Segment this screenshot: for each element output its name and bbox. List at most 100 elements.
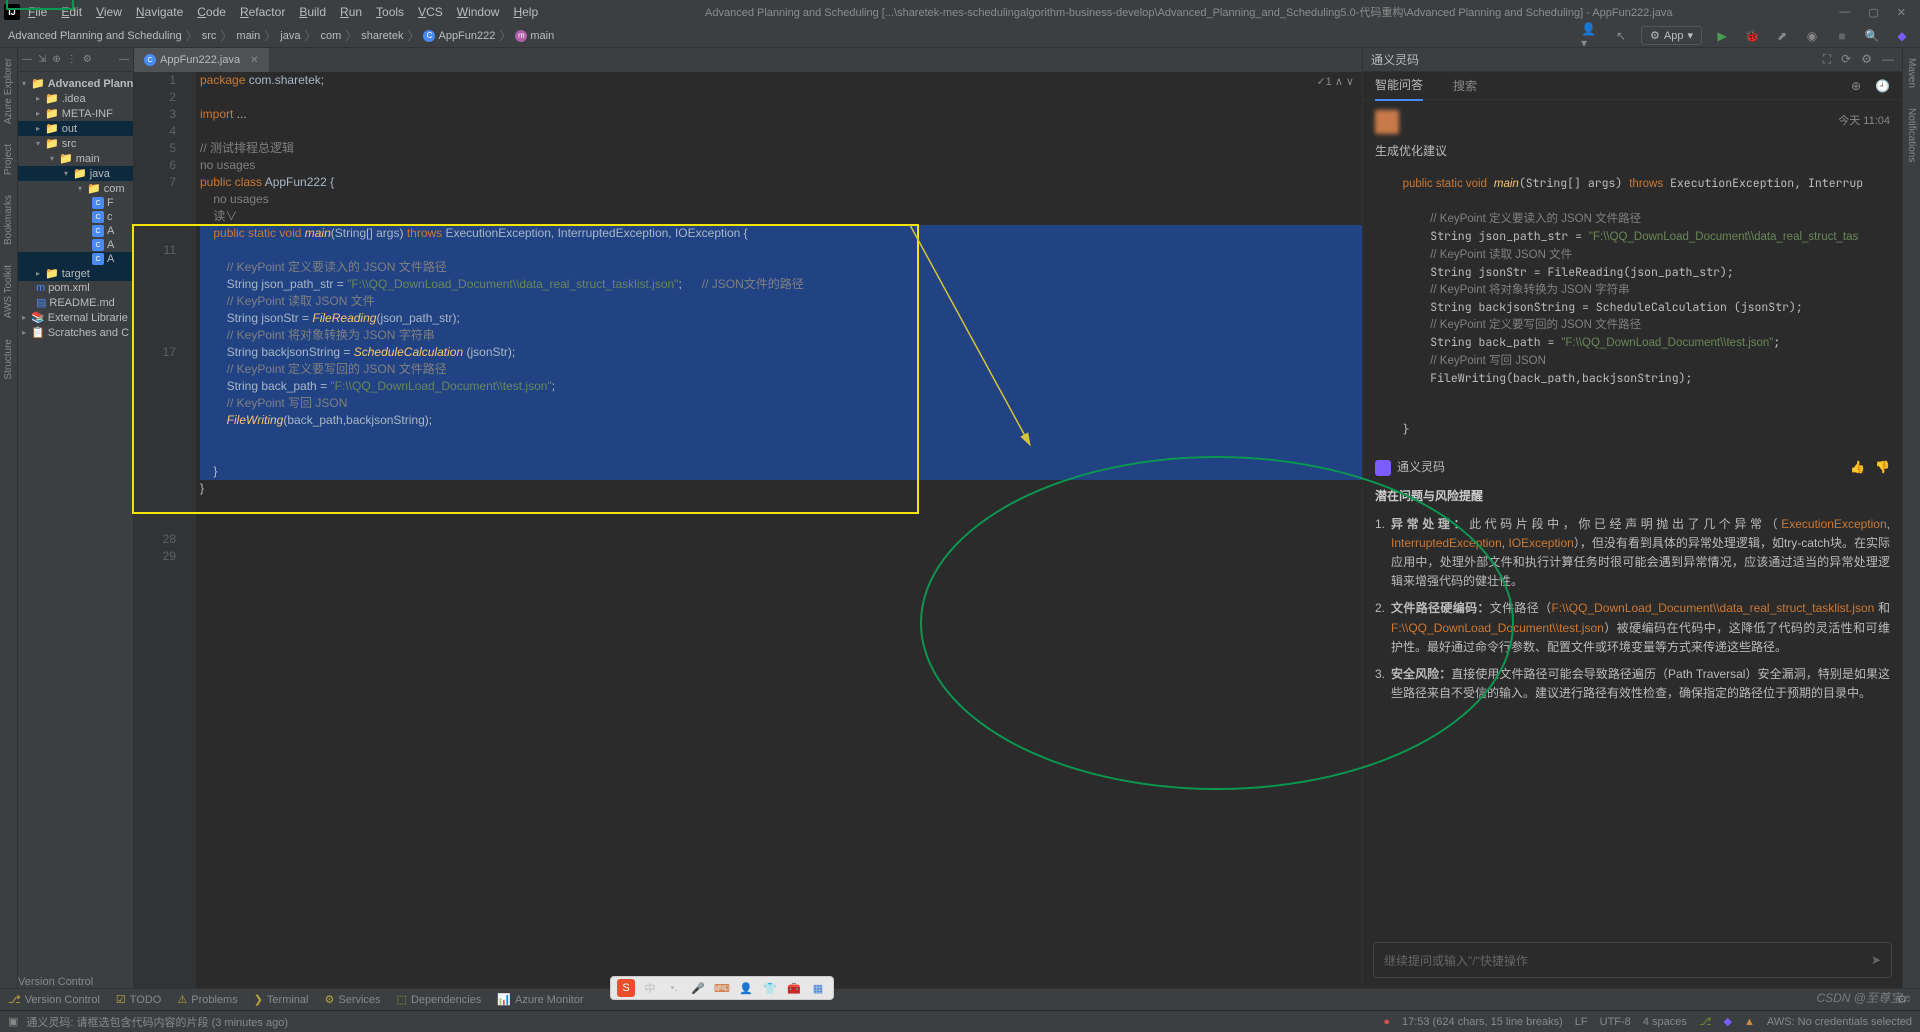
editor-tabs[interactable]: C AppFun222.java ✕ [134, 48, 1362, 72]
expand-icon[interactable]: ⇲ [38, 54, 46, 65]
crumb[interactable]: main [236, 30, 260, 42]
minimize-icon[interactable]: ― [1839, 6, 1850, 19]
expand-icon[interactable]: ⛶ [1823, 52, 1831, 67]
bottom-tab-services[interactable]: ⚙ Services [325, 993, 381, 1006]
ai-toggle-icon[interactable]: ◆ [1892, 26, 1912, 46]
refresh-icon[interactable]: ⟳ [1841, 52, 1851, 67]
tree-item[interactable]: ▸📚 External Librarie [18, 310, 133, 325]
options-icon[interactable]: ⋮ [67, 54, 77, 65]
tree-item[interactable]: ▾📁 java [18, 166, 133, 181]
line-separator[interactable]: LF [1575, 1016, 1588, 1028]
tree-item[interactable]: C A [18, 238, 133, 252]
rail-azure-explorer[interactable]: Azure Explorer [3, 58, 14, 124]
search-icon[interactable]: 🔍 [1862, 26, 1882, 46]
cursor-position[interactable]: 17:53 (624 chars, 15 line breaks) [1402, 1016, 1563, 1028]
ai-assistant-panel[interactable]: 通义灵码 ⛶ ⟳ ⚙ ― 智能问答 搜索 ⊕ 🕘 今天 11:04 生成优化建议 [1362, 48, 1902, 988]
project-tool-window[interactable]: ― ⇲ ⊕ ⋮ ⚙ ― ▾📁 Advanced Plann▸📁 .idea▸📁 … [18, 48, 134, 988]
hide-icon[interactable]: ― [1882, 52, 1894, 67]
left-tool-rail[interactable]: Azure Explorer Project Bookmarks AWS Toolki… [0, 48, 18, 988]
ime-person-icon[interactable]: 👤 [737, 979, 755, 997]
tree-item[interactable]: m pom.xml [18, 281, 133, 295]
bottom-tab-todo[interactable]: ☑ TODO [116, 993, 161, 1006]
hide-icon[interactable]: ― [119, 54, 129, 65]
tree-item[interactable]: ▾📁 src [18, 136, 133, 151]
bottom-tool-tabs[interactable]: ⎇ Version Control☑ TODO⚠ Problems❯ Termi… [0, 988, 1920, 1010]
menu-vcs[interactable]: VCS [418, 5, 443, 19]
version-control-label[interactable]: Version Control [18, 976, 93, 988]
new-chat-icon[interactable]: ⊕ [1851, 79, 1861, 93]
code-area[interactable]: ✓1 ∧ ∨ package com.sharetek; import ... … [196, 72, 1362, 988]
right-tool-rail[interactable]: MavenNotifications [1902, 48, 1920, 988]
crumb[interactable]: com [320, 30, 341, 42]
run-configuration[interactable]: ⚙ App ▾ [1641, 26, 1702, 45]
crumb[interactable]: CAppFun222 [423, 30, 495, 42]
tree-item[interactable]: C A [18, 224, 133, 238]
editor-tab[interactable]: C AppFun222.java ✕ [134, 48, 269, 72]
thumbs-up-icon[interactable]: 👍 [1850, 458, 1865, 477]
back-icon[interactable]: ↖ [1611, 26, 1631, 46]
bottom-tab-problems[interactable]: ⚠ Problems [177, 993, 237, 1006]
ime-logo-icon[interactable]: S [617, 979, 635, 997]
debug-icon[interactable]: 🐞 [1742, 26, 1762, 46]
tree-item[interactable]: C A [18, 252, 133, 266]
window-controls[interactable]: ― ▢ ✕ [1839, 6, 1916, 19]
menu-tools[interactable]: Tools [376, 5, 404, 19]
crumb[interactable]: Advanced Planning and Scheduling [8, 30, 182, 42]
tree-item[interactable]: ▸📁 META-INF [18, 106, 133, 121]
error-indicator[interactable]: ● [1383, 1016, 1390, 1028]
rail-project[interactable]: Project [3, 144, 14, 175]
tree-item[interactable]: ▾📁 main [18, 151, 133, 166]
menu-refactor[interactable]: Refactor [240, 5, 285, 19]
tree-item[interactable]: ▾📁 com [18, 181, 133, 196]
tree-item[interactable]: C F [18, 196, 133, 210]
menu-view[interactable]: View [96, 5, 122, 19]
bottom-tab-dependencies[interactable]: ⬚ Dependencies [397, 993, 482, 1006]
menu-file[interactable]: File [28, 5, 47, 19]
coverage-icon[interactable]: ⬈ [1772, 26, 1792, 46]
tree-item[interactable]: ▸📋 Scratches and C [18, 325, 133, 340]
tree-item[interactable]: ▸📁 out [18, 121, 133, 136]
send-icon[interactable]: ➤ [1871, 953, 1881, 967]
menu-help[interactable]: Help [513, 5, 538, 19]
menu-build[interactable]: Build [299, 5, 326, 19]
tool-windows-icon[interactable]: ▣ [8, 1015, 18, 1028]
rail-bookmarks[interactable]: Bookmarks [3, 195, 14, 245]
collapse-icon[interactable]: ― [22, 54, 32, 65]
crumb[interactable]: java [280, 30, 300, 42]
ai-input[interactable]: 继续提问或输入"/"快捷操作 ➤ [1373, 942, 1892, 978]
crumb[interactable]: src [202, 30, 217, 42]
select-open-icon[interactable]: ⊕ [52, 54, 60, 65]
crumb[interactable]: mmain [515, 30, 554, 42]
rail-maven[interactable]: Maven [1906, 58, 1917, 88]
indent-setting[interactable]: 4 spaces [1643, 1016, 1687, 1028]
ai-status-icon[interactable]: ◆ [1724, 1015, 1732, 1028]
ai-tab-search[interactable]: 搜索 [1453, 71, 1477, 100]
close-icon[interactable]: ✕ [1897, 6, 1906, 19]
file-encoding[interactable]: UTF-8 [1600, 1016, 1631, 1028]
thumbs-down-icon[interactable]: 👎 [1875, 458, 1890, 477]
breadcrumb[interactable]: Advanced Planning and Scheduling〉src〉mai… [8, 27, 554, 44]
editor[interactable]: C AppFun222.java ✕ 123456711172829 ✓1 ∧ … [134, 48, 1362, 988]
tree-item[interactable]: ▸📁 target [18, 266, 133, 281]
bottom-tab-azure-monitor[interactable]: 📊 Azure Monitor [497, 993, 583, 1006]
ime-lang-icon[interactable]: 中 [641, 979, 659, 997]
ime-toolbar[interactable]: S 中 •, 🎤 ⌨ 👤 👕 🧰 ▦ [610, 976, 834, 1000]
rail-aws-toolkit[interactable]: AWS Toolkit [3, 265, 14, 318]
ime-apps-icon[interactable]: ▦ [809, 979, 827, 997]
menu-run[interactable]: Run [340, 5, 362, 19]
stop-icon[interactable]: ■ [1832, 26, 1852, 46]
git-icon[interactable]: ⎇ [1699, 1015, 1712, 1028]
tree-item[interactable]: ▸📁 .idea [18, 91, 133, 106]
profile-icon[interactable]: ◉ [1802, 26, 1822, 46]
crumb[interactable]: sharetek [361, 30, 403, 42]
ime-toolbox-icon[interactable]: 🧰 [785, 979, 803, 997]
aws-status[interactable]: AWS: No credentials selected [1767, 1016, 1912, 1028]
menu-edit[interactable]: Edit [61, 5, 82, 19]
user-icon[interactable]: 👤▾ [1581, 26, 1601, 46]
ai-tab-qa[interactable]: 智能问答 [1375, 70, 1423, 101]
main-menu[interactable]: FileEditViewNavigateCodeRefactorBuildRun… [28, 5, 538, 19]
ime-skin-icon[interactable]: 👕 [761, 979, 779, 997]
menu-navigate[interactable]: Navigate [136, 5, 183, 19]
history-icon[interactable]: 🕘 [1875, 79, 1890, 93]
aws-icon[interactable]: ▲ [1744, 1016, 1755, 1028]
